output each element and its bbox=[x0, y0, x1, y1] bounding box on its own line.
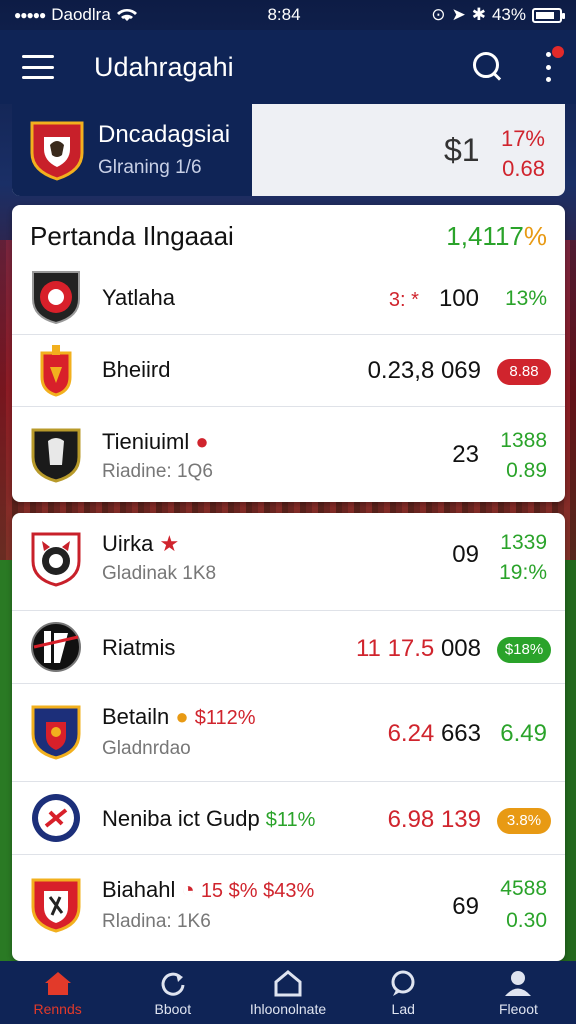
team-name: Yatlaha bbox=[102, 285, 175, 310]
nav-label: Rennds bbox=[33, 1000, 82, 1017]
list-item[interactable]: Neniba ict Gudp $11% 6.98 139 3.8% bbox=[12, 782, 565, 855]
team-price: 0.23,8 069 bbox=[367, 357, 481, 384]
app-title: Udahragahi bbox=[94, 51, 234, 82]
team-change-top: 1388 bbox=[500, 429, 547, 452]
team-change-bottom: 0.89 bbox=[506, 459, 547, 482]
card-title: Pertanda Ilngaaai bbox=[30, 221, 234, 251]
alarm-icon: ⊙ bbox=[431, 5, 446, 24]
team-change-top: 1339 bbox=[500, 531, 547, 554]
team-subtitle: Rladina: 1K6 bbox=[102, 911, 211, 932]
list-item[interactable]: Yatlaha 3: * 100 13% bbox=[12, 263, 565, 335]
refresh-icon bbox=[161, 972, 185, 996]
carrier-name: Daodlra bbox=[51, 5, 111, 24]
team-name: Tieniuiml ● bbox=[102, 429, 209, 454]
bottom-navigation: Rennds Bboot Ihloonolnate Lad Fleoot bbox=[0, 961, 576, 1024]
list-item[interactable]: Biahahl ◔ 15 $% $43% Rladina: 1K6 69 4588… bbox=[12, 855, 565, 961]
team-price: 3: * 100 bbox=[388, 285, 479, 312]
team-crest-icon bbox=[31, 532, 81, 587]
nav-item-house[interactable]: Ihloonolnate bbox=[230, 961, 345, 1024]
list-item[interactable]: Tieniuiml ● Riadine: 1Q6 23 1388 0.89 bbox=[12, 407, 565, 502]
nav-item-chat[interactable]: Lad bbox=[346, 961, 461, 1024]
star-icon: ★ bbox=[159, 531, 180, 556]
nav-label: Ihloonolnate bbox=[249, 1000, 327, 1017]
standings-card: Pertanda Ilngaaai 1,4117% Yatlaha 3: * 1… bbox=[12, 205, 565, 502]
alert-icon: ◔ bbox=[181, 877, 195, 902]
team-change-bottom: 19:% bbox=[499, 561, 547, 584]
featured-change-value: 0.68 bbox=[502, 156, 545, 181]
team-crest-icon bbox=[31, 428, 81, 483]
list-item[interactable]: Bheiird 0.23,8 069 8.88 bbox=[12, 335, 565, 407]
list-item[interactable]: Uirka ★ Gladinak 1K8 09 1339 19:% bbox=[12, 513, 565, 611]
wifi-icon bbox=[116, 8, 137, 21]
team-subtitle: Riadine: 1Q6 bbox=[102, 461, 213, 482]
nav-item-refresh[interactable]: Bboot bbox=[115, 961, 230, 1024]
menu-icon[interactable] bbox=[22, 55, 54, 79]
search-icon[interactable] bbox=[470, 49, 506, 85]
card-total-value: 1,4117% bbox=[446, 221, 547, 251]
house-outline-icon bbox=[274, 969, 302, 996]
team-subtitle: Gladinak 1K8 bbox=[102, 563, 217, 584]
team-name: Riatmis bbox=[102, 635, 176, 660]
featured-price: $1 bbox=[444, 132, 480, 168]
nav-item-home[interactable]: Rennds bbox=[0, 961, 115, 1024]
chat-icon bbox=[391, 970, 415, 996]
team-crest-icon bbox=[32, 271, 80, 325]
bluetooth-icon: ✱ bbox=[471, 5, 486, 24]
team-change-bottom: 0.30 bbox=[506, 909, 547, 932]
team-change-top: 4588 bbox=[500, 877, 547, 900]
nav-label: Fleoot bbox=[498, 1000, 538, 1017]
team-name: Uirka ★ bbox=[102, 531, 180, 556]
list-item[interactable]: Riatmis 11 17.5 008 $18% bbox=[12, 611, 565, 684]
profile-icon bbox=[505, 970, 532, 996]
list-item[interactable]: Betailn ● $112% Gladnrdao 6.24 663 6.49 bbox=[12, 684, 565, 782]
team-crest-icon bbox=[31, 878, 81, 933]
team-name: Biahahl ◔ 15 $% $43% bbox=[102, 877, 315, 902]
coin-icon: ● bbox=[175, 704, 189, 729]
team-crest-icon bbox=[40, 345, 72, 397]
team-price: 6.24 663 bbox=[387, 720, 481, 747]
team-change: 6.49 bbox=[500, 720, 547, 747]
team-price: 23 bbox=[452, 441, 479, 468]
featured-change-pct: 17% bbox=[500, 126, 545, 151]
location-icon: ➤ bbox=[451, 5, 466, 24]
battery-percent: 43% bbox=[491, 5, 526, 24]
team-price: 69 bbox=[452, 893, 479, 920]
featured-team-name: Dncadagsiai bbox=[98, 121, 231, 148]
change-badge: 3.8% bbox=[497, 808, 551, 834]
alert-icon: ● bbox=[195, 429, 209, 454]
team-crest-icon bbox=[32, 794, 80, 842]
app-bar: Udahragahi bbox=[0, 30, 576, 104]
signal-icon: ●●●●● bbox=[14, 8, 46, 22]
nav-label: Bboot bbox=[154, 1000, 192, 1017]
nav-item-profile[interactable]: Fleoot bbox=[461, 961, 576, 1024]
team-name: Betailn ● $112% bbox=[102, 704, 256, 729]
clock: 8:84 bbox=[267, 5, 301, 24]
more-options-icon[interactable] bbox=[542, 46, 564, 82]
team-list-card: Uirka ★ Gladinak 1K8 09 1339 19:% Riatmi… bbox=[12, 513, 565, 961]
team-name: Bheiird bbox=[102, 357, 171, 382]
team-change: 13% bbox=[504, 287, 547, 310]
team-subtitle: Gladnrdao bbox=[102, 738, 191, 759]
team-crest-icon bbox=[31, 705, 81, 760]
team-crest-icon bbox=[30, 121, 84, 181]
battery-icon bbox=[531, 7, 565, 23]
team-price: 11 17.5 008 bbox=[355, 635, 481, 662]
team-name: Neniba ict Gudp $11% bbox=[102, 806, 316, 831]
team-crest-icon bbox=[31, 622, 81, 672]
team-price: 09 bbox=[452, 541, 479, 568]
card-header: Pertanda Ilngaaai 1,4117% bbox=[12, 205, 565, 263]
change-badge: $18% bbox=[497, 637, 551, 663]
featured-team-card[interactable]: Dncadagsiai Glraning 1/6 $1 17% 0.68 bbox=[12, 104, 565, 196]
nav-label: Lad bbox=[391, 1000, 415, 1017]
notification-dot bbox=[552, 46, 564, 58]
change-badge: 8.88 bbox=[497, 359, 551, 385]
featured-team-subtitle: Glraning 1/6 bbox=[98, 157, 202, 178]
home-icon bbox=[44, 971, 71, 995]
status-bar: ●●●●● Daodlra 8:84 ⊙ ➤ ✱ 43% bbox=[0, 0, 576, 30]
team-price: 6.98 139 bbox=[387, 806, 481, 833]
